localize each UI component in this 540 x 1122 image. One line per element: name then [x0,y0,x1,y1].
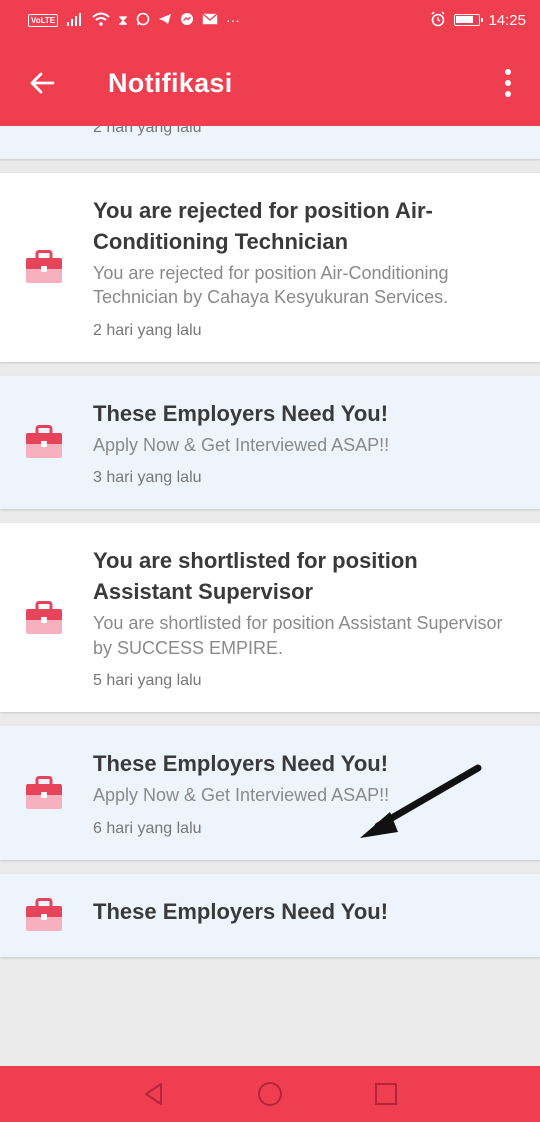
notification-card[interactable]: These Employers Need You! Apply Now & Get… [0,375,540,509]
briefcase-icon [25,600,63,635]
volte-badge: VoLTE [28,13,59,27]
arrow-left-icon[interactable] [12,53,72,113]
status-bar: VoLTE ⧗ ··· 14:25 [0,0,540,40]
notification-body: You are shortlisted for position Assista… [93,613,503,658]
more-notifications-icon: ··· [225,12,240,28]
notification-body: You are rejected for position Air-Condit… [93,262,449,308]
notification-time: 3 hari yang lalu [93,469,202,486]
notification-time: 5 hari yang lalu [93,672,202,689]
app-bar: Notifikasi [0,40,540,126]
briefcase-icon [25,898,63,932]
notification-card[interactable]: These Employers Need You! [0,873,540,957]
alarm-icon [430,11,446,29]
hourglass-icon: ⧗ [118,12,128,28]
battery-icon [454,14,484,26]
notification-body: Apply Now & Get Interviewed ASAP!! [93,434,390,455]
black-arrow-icon [360,764,482,838]
messenger-icon [180,12,194,28]
clock-text: 14:25 [488,11,526,29]
notification-title: You are shortlisted for position Assista… [93,548,418,604]
notification-card[interactable]: You are rejected for position Air-Condit… [0,172,540,362]
briefcase-icon [25,250,63,284]
more-vertical-icon[interactable] [488,53,528,113]
notification-title: You are rejected for position Air-Condit… [93,197,433,254]
notification-time: 2 hari yang lalu [93,321,202,339]
briefcase-icon [25,425,63,459]
notification-list[interactable]: Development Specialist by Maxim E-hailin… [0,126,540,1066]
notification-card[interactable]: Development Specialist by Maxim E-hailin… [0,126,540,159]
signal-icon [66,12,84,28]
wifi-icon [92,12,110,28]
system-nav-bar [0,1066,540,1122]
notification-card[interactable]: You are shortlisted for position Assista… [0,523,540,712]
circle-home-icon[interactable] [252,1076,288,1112]
page-title: Notifikasi [108,67,233,98]
notification-time: 2 hari yang lalu [93,126,202,136]
briefcase-icon [25,775,63,810]
notification-title: These Employers Need You! [93,898,389,924]
mail-icon [202,13,218,27]
triangle-back-icon[interactable] [136,1076,172,1112]
telegram-icon [158,12,172,28]
notification-title: These Employers Need You! [93,400,389,426]
square-recents-icon[interactable] [368,1076,404,1112]
whatsapp-icon [136,12,150,28]
